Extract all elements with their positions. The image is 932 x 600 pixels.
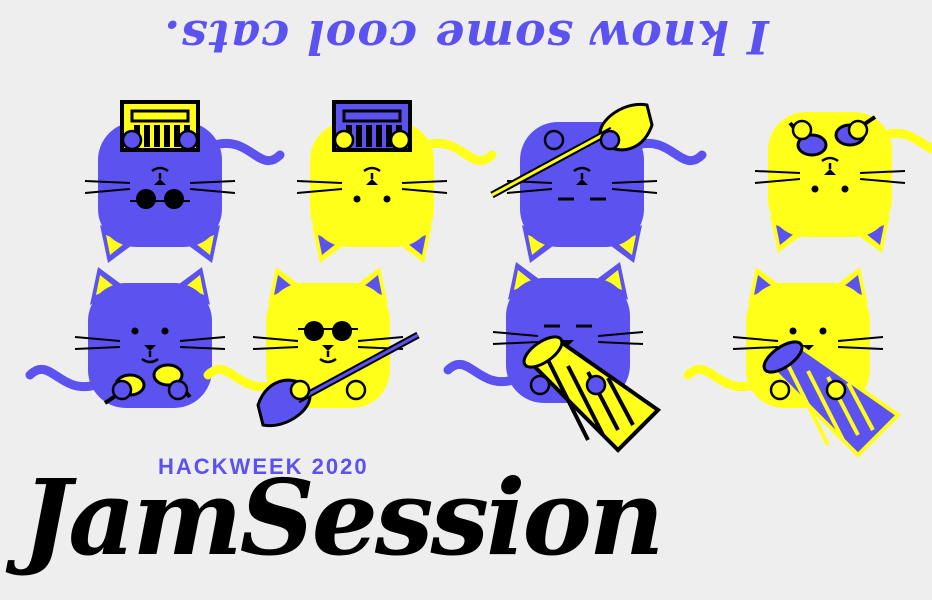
cat-tail [25, 364, 100, 392]
cat-paw [585, 374, 607, 396]
cat-paw [333, 129, 355, 151]
cat-tail [880, 128, 932, 154]
cat-tail [203, 364, 278, 392]
cat-paw [121, 129, 143, 151]
cat-paw [177, 129, 199, 151]
cat-paw [543, 129, 565, 151]
cat [683, 267, 902, 458]
cat-eye [353, 195, 361, 203]
cat [25, 267, 226, 408]
sunglasses-icon [164, 189, 184, 209]
sunglasses-icon [136, 189, 156, 209]
cat-eye [811, 185, 819, 193]
sunglasses-icon [304, 321, 324, 341]
cat [490, 102, 707, 263]
cat [754, 112, 932, 253]
cat-paw [289, 379, 311, 401]
cat-eye [131, 327, 139, 335]
cat [84, 100, 285, 263]
cat-paw [769, 379, 791, 401]
cat-paw [111, 379, 133, 401]
cat-tail [443, 359, 518, 387]
cat-paw [825, 379, 847, 401]
cat-eye [789, 327, 797, 335]
cat-paw [389, 129, 411, 151]
cat-paw [791, 119, 813, 141]
cat-eye [161, 327, 169, 335]
cat-paw [167, 379, 189, 401]
cat-paw [345, 379, 367, 401]
cat-tail [632, 138, 707, 166]
cat-tail [210, 138, 285, 166]
cat-paw [847, 119, 869, 141]
cat-eye [819, 327, 827, 335]
cat-tail [422, 138, 497, 166]
cat [443, 262, 662, 453]
cat-eye [841, 185, 849, 193]
cat-eye [383, 195, 391, 203]
poster-title: JamSession [22, 456, 664, 579]
cat [203, 267, 420, 428]
sunglasses-icon [332, 321, 352, 341]
cat-tail [683, 364, 758, 392]
cat-paw [599, 129, 621, 151]
cat [296, 100, 497, 263]
cat-paw [529, 374, 551, 396]
